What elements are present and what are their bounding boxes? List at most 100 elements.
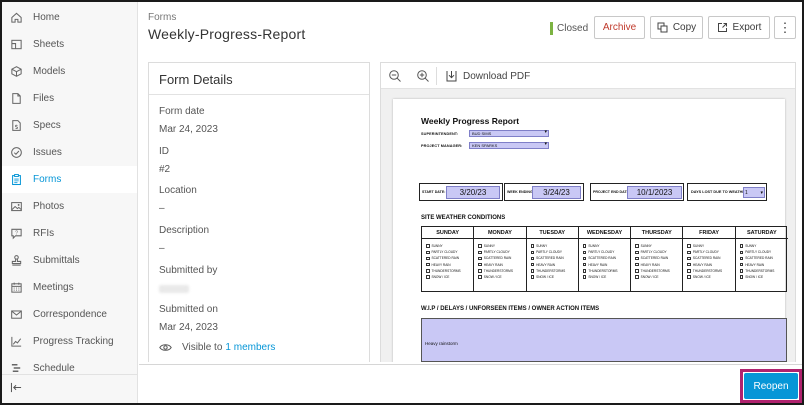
weather-option[interactable]: SNOW / ICE	[530, 274, 566, 280]
wip-field[interactable]: Heavy rainstorm	[421, 318, 787, 362]
weather-checkbox[interactable]	[582, 269, 587, 273]
archive-button[interactable]: Archive	[594, 16, 645, 39]
weather-checkbox[interactable]	[530, 256, 535, 261]
weather-option-label: THUNDERSTORMS	[536, 268, 566, 273]
submitted-on-label: Submitted on	[159, 304, 218, 315]
breadcrumb[interactable]: Forms	[148, 12, 176, 23]
weather-checkbox[interactable]	[530, 244, 535, 248]
weather-checkbox[interactable]	[687, 275, 691, 279]
reopen-button[interactable]: Reopen	[744, 373, 798, 399]
id-value: #2	[159, 164, 171, 175]
weather-day-label: SUNDAY	[436, 230, 459, 236]
weather-checkbox[interactable]	[426, 269, 430, 273]
weather-checkbox[interactable]	[478, 269, 482, 273]
weather-checkbox[interactable]	[687, 269, 691, 273]
weather-checkbox[interactable]	[530, 275, 535, 279]
weather-checkbox[interactable]	[635, 244, 639, 248]
weather-checkbox[interactable]	[739, 262, 744, 267]
weather-checkbox[interactable]	[739, 244, 744, 248]
collapse-left-icon[interactable]	[10, 382, 24, 394]
days-lost-select[interactable]: 1	[743, 187, 765, 198]
weather-checkbox[interactable]	[582, 244, 587, 248]
sidebar-item-sheets[interactable]: Sheets	[2, 31, 137, 58]
weather-day-divider	[474, 238, 526, 239]
sidebar-item-home[interactable]: Home	[2, 4, 137, 31]
export-button[interactable]: Export	[708, 16, 770, 39]
weather-checkbox[interactable]	[739, 256, 744, 261]
more-options-button[interactable]: ⋮	[774, 16, 796, 39]
superintendent-select[interactable]: BUD SIMS	[469, 130, 549, 137]
zoom-out-icon[interactable]	[386, 67, 404, 85]
sidebar-item-issues[interactable]: Issues	[2, 139, 137, 166]
weather-checkbox[interactable]	[687, 262, 691, 267]
weather-checkbox[interactable]	[635, 269, 639, 273]
status-indicator	[550, 21, 553, 35]
sidebar-item-photos[interactable]: Photos	[2, 193, 137, 220]
weather-checkbox[interactable]	[478, 244, 482, 248]
weather-checkbox[interactable]	[739, 275, 744, 279]
sidebar-item-rfis[interactable]: ? RFIs	[2, 220, 137, 247]
pdf-page: Weekly Progress Report SUPERINTENDENT: B…	[393, 99, 788, 362]
week-ending-field[interactable]: 3/24/23	[532, 186, 581, 199]
weather-option-label: SNOW / ICE	[431, 275, 450, 280]
weather-checkbox[interactable]	[426, 262, 430, 267]
weather-option-label: HEAVY RAIN	[640, 262, 660, 267]
weather-option-label: SUNNY	[536, 244, 548, 249]
weather-checkbox[interactable]	[530, 269, 535, 273]
export-icon	[717, 22, 728, 33]
weather-checkbox[interactable]	[635, 262, 639, 267]
weather-option-label: SNOW / ICE	[588, 275, 607, 280]
weather-checkbox[interactable]	[739, 269, 744, 273]
weather-option[interactable]: SNOW / ICE	[635, 274, 670, 280]
weather-checkbox[interactable]	[582, 262, 587, 267]
weather-option[interactable]: SNOW / ICE	[426, 274, 461, 280]
sidebar-item-progress-tracking[interactable]: Progress Tracking	[2, 328, 137, 355]
sidebar-item-meetings[interactable]: Meetings	[2, 274, 137, 301]
weather-option-label: SCATTERED RAIN	[745, 256, 773, 261]
start-date-field[interactable]: 3/20/23	[446, 186, 500, 199]
sidebar-item-correspondence[interactable]: Correspondence	[2, 301, 137, 328]
weather-checkbox[interactable]	[426, 275, 430, 279]
members-link[interactable]: 1 members	[225, 342, 275, 353]
weather-checkbox[interactable]	[530, 262, 535, 267]
sidebar-item-forms[interactable]: Forms	[2, 166, 137, 193]
weather-checkbox[interactable]	[687, 256, 691, 261]
id-label: ID	[159, 146, 169, 157]
weather-option-label: SUNNY	[745, 244, 757, 249]
zoom-in-icon[interactable]	[414, 67, 432, 85]
weather-option[interactable]: SNOW / ICE	[739, 274, 775, 280]
weather-checkbox[interactable]	[530, 250, 535, 255]
weather-checkbox[interactable]	[635, 275, 639, 279]
weather-checkbox[interactable]	[426, 256, 430, 261]
weather-option-label: SNOW / ICE	[692, 275, 711, 280]
weather-checkbox[interactable]	[635, 250, 639, 255]
weather-checkbox[interactable]	[635, 256, 639, 261]
sidebar-item-submittals[interactable]: Submittals	[2, 247, 137, 274]
weather-checkbox[interactable]	[739, 250, 744, 255]
weather-checkbox[interactable]	[582, 250, 587, 255]
weather-checkbox[interactable]	[582, 256, 587, 261]
copy-button[interactable]: Copy	[650, 16, 703, 39]
download-pdf-button[interactable]: Download PDF	[446, 68, 530, 84]
weather-checkbox[interactable]	[478, 275, 482, 279]
sidebar-item-label: Specs	[33, 120, 61, 131]
weather-checkbox[interactable]	[478, 256, 482, 261]
weather-checkbox[interactable]	[687, 250, 691, 255]
project-end-date-field[interactable]: 10/1/2023	[627, 186, 682, 199]
project-manager-select[interactable]: KEN SPARKS	[469, 142, 549, 149]
weather-option[interactable]: SNOW / ICE	[582, 274, 618, 280]
sidebar-item-specs[interactable]: Specs	[2, 112, 137, 139]
home-icon	[9, 11, 23, 25]
sidebar-item-models[interactable]: Models	[2, 58, 137, 85]
weather-option[interactable]: SNOW / ICE	[478, 274, 513, 280]
sidebar-item-schedule[interactable]: Schedule	[2, 355, 137, 382]
weather-checkbox[interactable]	[426, 250, 430, 255]
weather-checkbox[interactable]	[582, 275, 587, 279]
sidebar-item-files[interactable]: Files	[2, 85, 137, 112]
weather-checkbox[interactable]	[478, 250, 482, 255]
weather-checkbox[interactable]	[478, 262, 482, 267]
weather-checkbox[interactable]	[426, 244, 430, 248]
weather-checkbox[interactable]	[687, 244, 691, 248]
weather-option[interactable]: SNOW / ICE	[687, 274, 722, 280]
weather-options: SUNNY PARTLY CLOUDY SCATTERED RAIN HEAVY RA…	[478, 243, 513, 280]
